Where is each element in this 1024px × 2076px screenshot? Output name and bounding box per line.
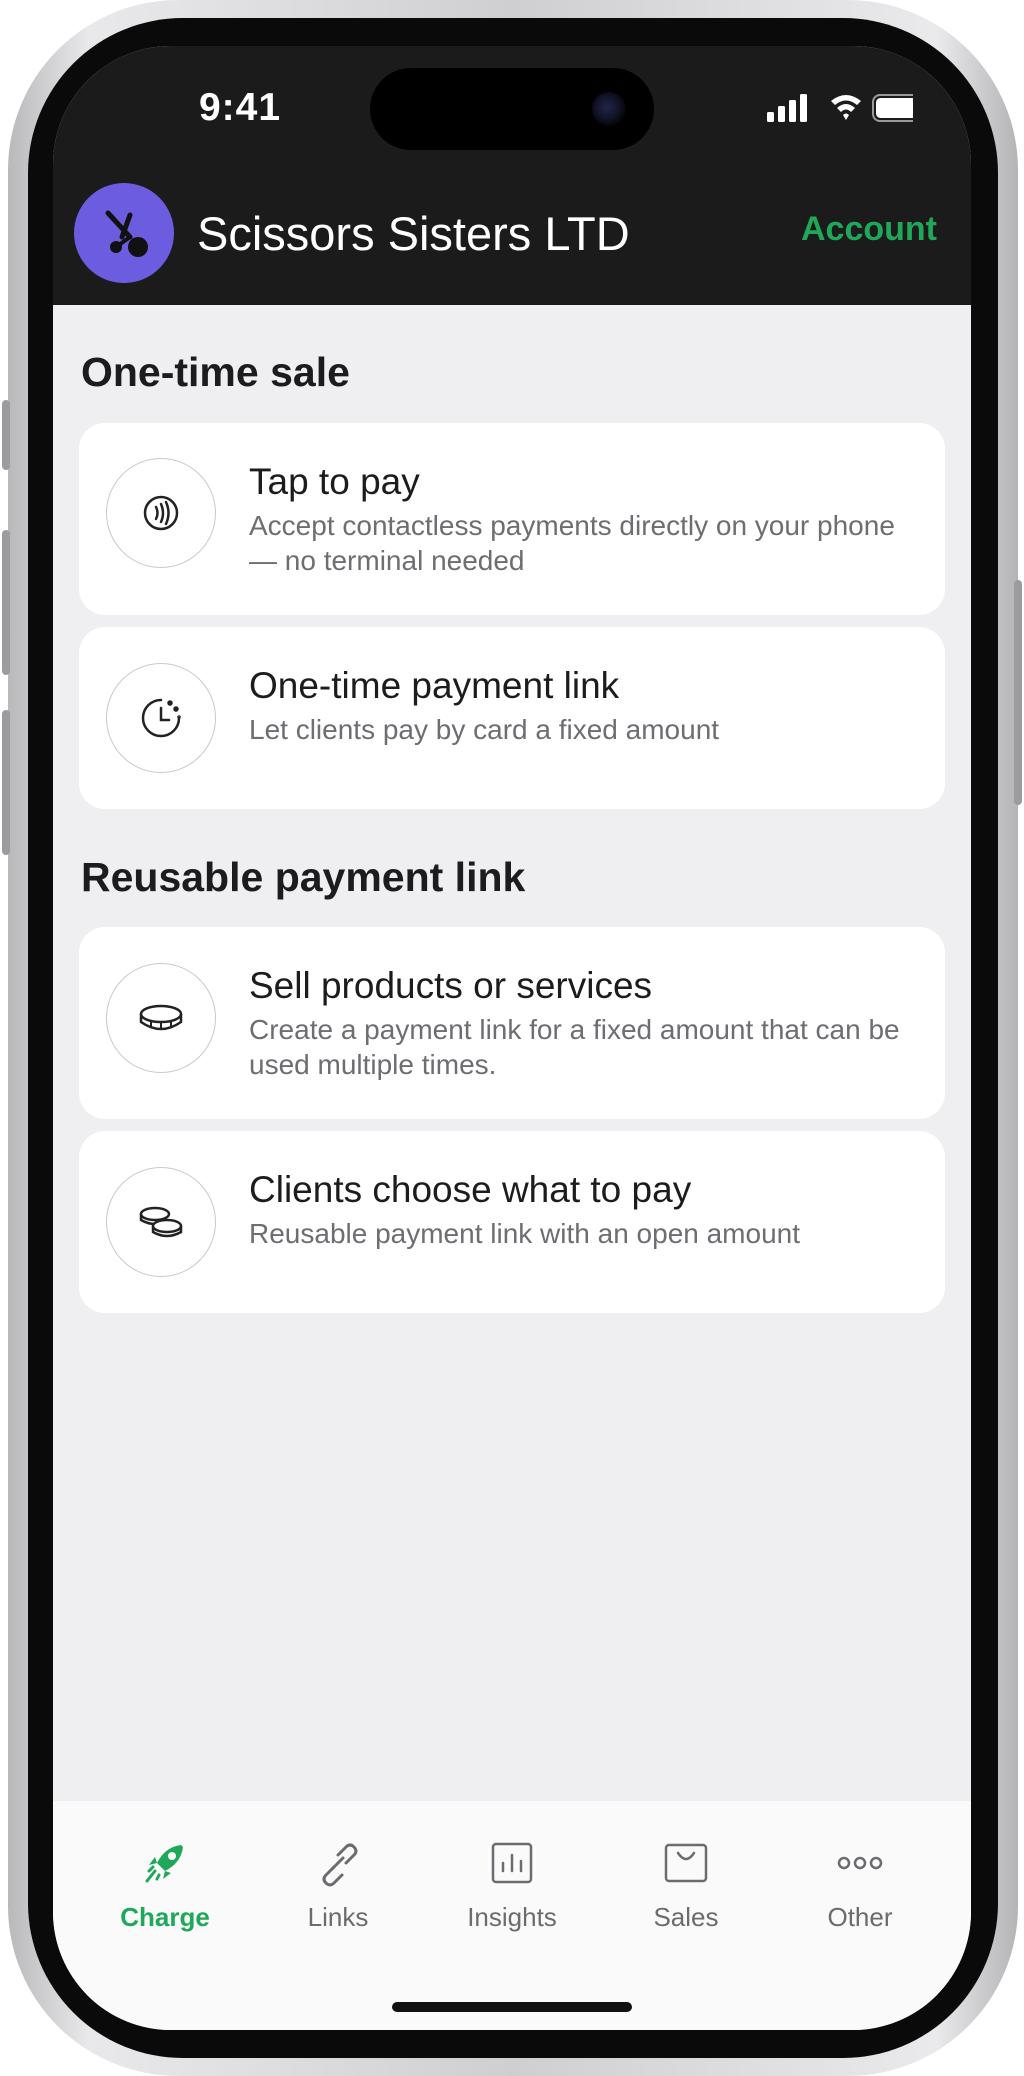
card-title: One-time payment link: [249, 665, 620, 706]
volume-down-button: [2, 710, 10, 855]
coins-stack-icon: [106, 1167, 216, 1277]
business-avatar[interactable]: [74, 183, 174, 283]
power-button: [1014, 580, 1022, 805]
scissors-icon: [105, 210, 148, 257]
bar-chart-icon: [491, 1842, 533, 1884]
app-screen: 9:41 Scissors Sisters LTD Account One-ti…: [53, 46, 971, 2030]
volume-up-button: [2, 530, 10, 675]
status-icons: [713, 92, 926, 124]
rocket-icon: [145, 1845, 183, 1883]
tap-to-pay-card[interactable]: Tap to pay Accept contactless payments d…: [79, 423, 945, 615]
tab-sales[interactable]: Sales: [611, 1801, 761, 1941]
more-dots-icon: [837, 1856, 883, 1870]
business-name: Scissors Sisters LTD: [197, 207, 630, 260]
one-time-payment-link-card[interactable]: One-time payment link Let clients pay by…: [79, 627, 945, 809]
dynamic-island: [370, 68, 654, 150]
shopping-bag-icon: [664, 1843, 708, 1883]
bottom-tab-bar: Charge Links Insights Sales Other: [53, 1801, 971, 2030]
signal-icon: [767, 94, 807, 122]
tab-insights[interactable]: Insights: [437, 1801, 587, 1941]
sell-products-card[interactable]: Sell products or services Create a payme…: [79, 927, 945, 1119]
tab-label: Links: [307, 1902, 369, 1932]
tab-label: Charge: [120, 1902, 210, 1932]
card-description: Let clients pay by card a fixed amount: [249, 714, 720, 745]
clients-choose-card[interactable]: Clients choose what to pay Reusable paym…: [79, 1131, 945, 1313]
tab-label: Sales: [653, 1902, 719, 1932]
tab-label: Insights: [467, 1902, 557, 1932]
action-button: [2, 400, 10, 470]
card-title: Clients choose what to pay: [249, 1169, 692, 1210]
tab-charge[interactable]: Charge: [90, 1801, 240, 1941]
card-description: Create a payment link for a fixed amount…: [249, 1014, 900, 1080]
wifi-icon: [831, 95, 861, 120]
contactless-icon: [106, 458, 216, 568]
card-title: Tap to pay: [249, 461, 420, 502]
battery-icon: [872, 94, 926, 122]
camera-icon: [592, 92, 626, 126]
tab-label: Other: [827, 1902, 893, 1932]
tab-links[interactable]: Links: [263, 1801, 413, 1941]
coin-icon: [106, 963, 216, 1073]
account-link[interactable]: Account: [801, 210, 937, 249]
home-indicator[interactable]: [392, 2002, 632, 2012]
card-description: Reusable payment link with an open amoun…: [249, 1218, 801, 1249]
app-header: 9:41 Scissors Sisters LTD Account: [53, 46, 971, 305]
link-icon: [322, 1843, 358, 1887]
timer-icon: [106, 663, 216, 773]
tab-other[interactable]: Other: [785, 1801, 935, 1941]
card-title: Sell products or services: [249, 965, 653, 1006]
status-time: 9:41: [198, 86, 282, 129]
card-description: Accept contactless payments directly on …: [249, 510, 895, 576]
section-title-reusable-payment-link: Reusable payment link: [81, 854, 526, 900]
section-title-one-time-sale: One-time sale: [81, 349, 350, 395]
